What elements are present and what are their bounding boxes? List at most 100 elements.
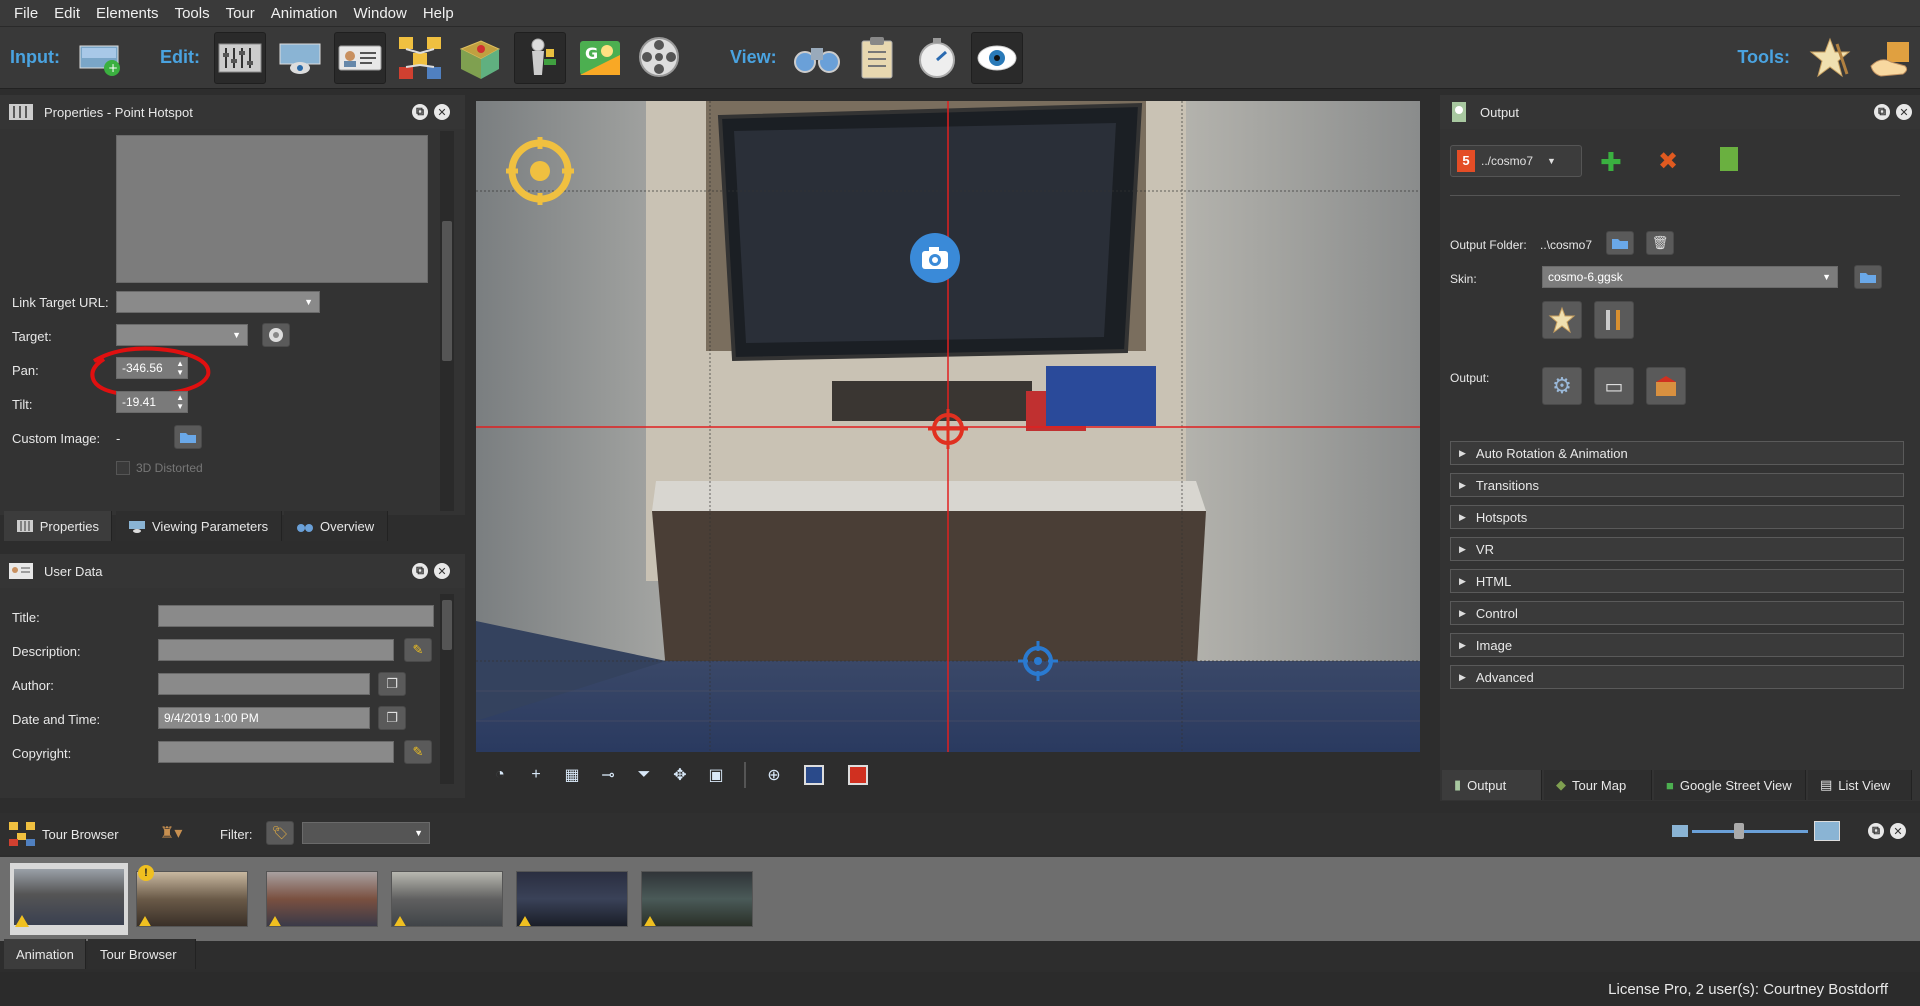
add-output-button[interactable]: ✚: [1600, 147, 1622, 178]
view-preview-button[interactable]: [911, 32, 963, 84]
sort-stamp-icon[interactable]: ♜▾: [160, 823, 182, 843]
tab-properties[interactable]: Properties: [4, 511, 112, 541]
menu-help[interactable]: Help: [423, 5, 454, 22]
section-transitions[interactable]: ▶ Transitions: [1450, 473, 1904, 497]
add-point-icon[interactable]: +: [522, 761, 550, 789]
tab-tour-browser[interactable]: Tour Browser: [88, 939, 196, 969]
google-street-view-button[interactable]: G: [574, 32, 626, 84]
output-package-button[interactable]: [1646, 367, 1686, 405]
red-color-picker[interactable]: [840, 761, 876, 789]
datetime-field[interactable]: 9/4/2019 1:00 PM: [158, 707, 370, 729]
viewing-parameters-button[interactable]: [274, 32, 326, 84]
menu-elements[interactable]: Elements: [96, 5, 159, 22]
panorama-thumbnail[interactable]: [10, 863, 128, 935]
skin-editor-button[interactable]: [1804, 32, 1856, 84]
panorama-viewer[interactable]: [476, 101, 1420, 752]
copyright-edit-button[interactable]: ✎: [404, 740, 432, 764]
close-panel-button[interactable]: ✕: [434, 104, 450, 120]
description-field[interactable]: [158, 639, 394, 661]
link-target-url-field[interactable]: ▼: [116, 291, 320, 313]
target-icon[interactable]: ⊕: [760, 761, 788, 789]
filter-dropdown[interactable]: ▼: [302, 822, 430, 844]
target-pick-button[interactable]: [262, 323, 290, 347]
floor-plan-button[interactable]: [454, 32, 506, 84]
tab-viewing-parameters[interactable]: Viewing Parameters: [116, 511, 282, 541]
menu-tools[interactable]: Tools: [175, 5, 210, 22]
add-panorama-button[interactable]: +: [74, 32, 126, 84]
panorama-thumbnail[interactable]: [266, 871, 378, 927]
panorama-thumbnail[interactable]: [136, 871, 248, 927]
skin-browse-button[interactable]: [1854, 265, 1882, 289]
output-document-button[interactable]: [1720, 147, 1738, 171]
user-data-button[interactable]: [333, 31, 386, 84]
float-panel-button[interactable]: ⧉: [412, 563, 428, 579]
view-clipboard-button[interactable]: [851, 32, 903, 84]
output-preview-button[interactable]: ▭: [1594, 367, 1634, 405]
grid-icon[interactable]: ▦: [558, 761, 586, 789]
properties-scrollbar[interactable]: [440, 131, 454, 511]
blue-color-picker[interactable]: [796, 761, 832, 789]
skin-dropdown[interactable]: cosmo-6.ggsk ▼: [1542, 266, 1838, 288]
tab-output[interactable]: ▮ Output: [1442, 770, 1542, 800]
close-panel-button[interactable]: ✕: [434, 563, 450, 579]
output-format-dropdown[interactable]: 5 ../cosmo7 ▼: [1450, 145, 1582, 177]
tour-browser-button[interactable]: [394, 32, 446, 84]
close-panel-button[interactable]: ✕: [1896, 104, 1912, 120]
custom-image-browse-button[interactable]: [174, 425, 202, 449]
target-hotspot-icon[interactable]: [504, 135, 576, 207]
title-field[interactable]: [158, 605, 434, 627]
output-folder-delete-button[interactable]: 🗑: [1646, 231, 1674, 255]
tab-animation[interactable]: Animation: [4, 939, 86, 969]
object-tool-button[interactable]: [1864, 32, 1916, 84]
menu-file[interactable]: File: [14, 5, 38, 22]
panorama-thumbnail[interactable]: [641, 871, 753, 927]
move-arrows-icon[interactable]: ✥: [666, 761, 694, 789]
animation-button[interactable]: [634, 32, 686, 84]
filter-tag-button[interactable]: 🏷: [266, 821, 294, 845]
spinner-arrows-icon[interactable]: ▲ ▼: [176, 393, 184, 411]
skin-settings-button[interactable]: [1594, 301, 1634, 339]
description-edit-button[interactable]: ✎: [404, 638, 432, 662]
section-html[interactable]: ▶ HTML: [1450, 569, 1904, 593]
float-panel-button[interactable]: ⧉: [1874, 104, 1890, 120]
view-eye-button[interactable]: [970, 31, 1023, 84]
section-auto-rotation[interactable]: ▶ Auto Rotation & Animation: [1450, 441, 1904, 465]
slider-handle[interactable]: [1734, 823, 1744, 839]
thumbnail-size-slider[interactable]: [1692, 823, 1808, 839]
panorama-thumbnail[interactable]: [516, 871, 628, 927]
menu-tour[interactable]: Tour: [226, 5, 255, 22]
tab-google-street-view[interactable]: ■ Google Street View: [1654, 770, 1806, 800]
output-folder-browse-button[interactable]: [1606, 231, 1634, 255]
tilt-input[interactable]: -19.41 ▲ ▼: [116, 391, 188, 413]
panorama-thumbnail[interactable]: [391, 871, 503, 927]
tab-tour-map[interactable]: ◆ Tour Map: [1544, 770, 1652, 800]
distorted-checkbox[interactable]: [116, 461, 130, 475]
section-advanced[interactable]: ▶ Advanced: [1450, 665, 1904, 689]
author-field[interactable]: [158, 673, 370, 695]
compass-icon[interactable]: ◔: [486, 761, 514, 789]
section-control[interactable]: ▶ Control: [1450, 601, 1904, 625]
projection-icon[interactable]: ▣: [702, 761, 730, 789]
section-hotspots[interactable]: ▶ Hotspots: [1450, 505, 1904, 529]
properties-button[interactable]: [213, 31, 266, 84]
skin-editor-open-button[interactable]: [1542, 301, 1582, 339]
crosshair-hotspot-icon[interactable]: [1018, 641, 1058, 681]
menu-edit[interactable]: Edit: [54, 5, 80, 22]
measure-icon[interactable]: ⊸: [594, 761, 622, 789]
tab-list-view[interactable]: ▤ List View: [1808, 770, 1912, 800]
camera-hotspot-icon[interactable]: [908, 231, 962, 285]
float-panel-button[interactable]: ⧉: [1868, 823, 1884, 839]
datetime-copy-button[interactable]: ❐: [378, 706, 406, 730]
menu-window[interactable]: Window: [353, 5, 406, 22]
remove-output-button[interactable]: ✖: [1658, 147, 1678, 176]
user-data-scrollbar[interactable]: [440, 594, 454, 784]
section-image[interactable]: ▶ Image: [1450, 633, 1904, 657]
author-copy-button[interactable]: ❐: [378, 672, 406, 696]
funnel-icon[interactable]: ⏷: [630, 761, 658, 789]
output-settings-button[interactable]: ⚙: [1542, 367, 1582, 405]
copyright-field[interactable]: [158, 741, 394, 763]
close-panel-button[interactable]: ✕: [1890, 823, 1906, 839]
section-vr[interactable]: ▶ VR: [1450, 537, 1904, 561]
tab-overview[interactable]: Overview: [284, 511, 388, 541]
hotspot-button[interactable]: [513, 31, 566, 84]
